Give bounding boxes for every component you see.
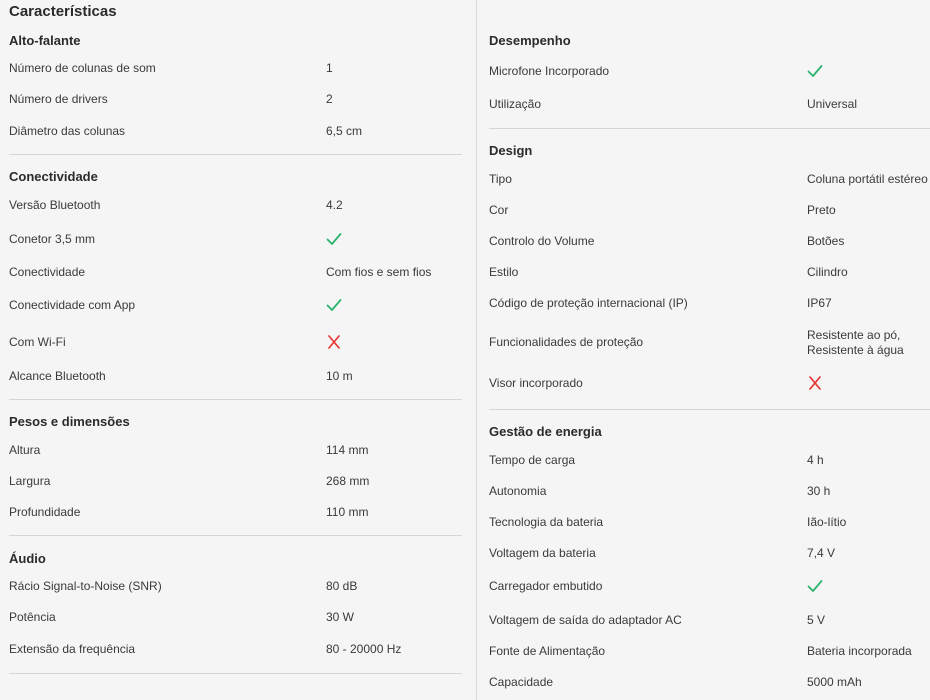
spec-label: Largura <box>9 474 51 488</box>
spec-value: 5 V <box>807 613 826 627</box>
section-title-design: Design <box>489 143 533 158</box>
spec-label: Voltagem da bateria <box>489 546 596 560</box>
spec-value: 7,4 V <box>807 546 836 560</box>
spec-label: Rácio Signal-to-Noise (SNR) <box>9 579 162 593</box>
check-icon <box>326 232 342 250</box>
specs-left-column: Alto-falante Número de colunas de som 1 … <box>0 0 462 700</box>
check-icon <box>807 579 823 597</box>
spec-label: Tempo de carga <box>489 453 576 467</box>
spec-value: 80 - 20000 Hz <box>326 642 402 656</box>
spec-label: Versão Bluetooth <box>9 198 101 212</box>
spec-value: 5000 mAh <box>807 675 862 689</box>
spec-value: 1 <box>326 61 333 75</box>
spec-label: Funcionalidades de proteção <box>489 335 644 349</box>
section-divider <box>489 128 930 129</box>
spec-label: Capacidade <box>489 675 554 689</box>
spec-value-multiline: Resistente ao pó, Resistente à água <box>807 328 904 358</box>
spec-label: Tipo <box>489 172 512 186</box>
spec-value-line: Resistente ao pó, <box>807 328 901 342</box>
spec-value-line: Resistente à água <box>807 343 904 357</box>
section-title-pesos-dimensoes: Pesos e dimensões <box>9 414 130 429</box>
spec-value: 30 W <box>326 610 355 624</box>
spec-label: Visor incorporado <box>489 376 583 390</box>
spec-value: 4 h <box>807 453 824 467</box>
spec-label: Altura <box>9 443 41 457</box>
check-icon <box>326 298 342 316</box>
section-title-gestao-energia: Gestão de energia <box>489 424 602 439</box>
spec-value: 114 mm <box>326 443 369 457</box>
cross-icon <box>807 376 823 394</box>
spec-value: 10 m <box>326 369 353 383</box>
spec-label: Estilo <box>489 265 519 279</box>
spec-label: Conectividade com App <box>9 298 136 312</box>
spec-label: Número de colunas de som <box>9 61 156 75</box>
spec-value: 110 mm <box>326 505 369 519</box>
spec-label: Conetor 3,5 mm <box>9 232 96 246</box>
spec-value: IP67 <box>807 296 832 310</box>
spec-value: Preto <box>807 203 836 217</box>
spec-label: Tecnologia da bateria <box>489 515 604 529</box>
spec-label: Profundidade <box>9 505 81 519</box>
section-title-audio: Áudio <box>9 551 46 566</box>
spec-value: 2 <box>326 92 333 106</box>
spec-label: Microfone Incorporado <box>489 64 610 78</box>
section-divider <box>9 154 462 155</box>
section-divider <box>9 535 462 536</box>
spec-value: 268 mm <box>326 474 370 488</box>
section-title-alto-falante: Alto-falante <box>9 33 81 48</box>
spec-label: Utilização <box>489 97 542 111</box>
spec-value: 6,5 cm <box>326 124 363 138</box>
spec-label: Fonte de Alimentação <box>489 644 606 658</box>
spec-label: Voltagem de saída do adaptador AC <box>489 613 682 627</box>
spec-label: Conectividade <box>9 265 86 279</box>
spec-value: Bateria incorporada <box>807 644 912 658</box>
section-title-conectividade: Conectividade <box>9 169 98 184</box>
section-divider <box>9 399 462 400</box>
spec-value: 30 h <box>807 484 831 498</box>
spec-value: Coluna portátil estéreo <box>807 172 928 186</box>
spec-value: Universal <box>807 97 858 111</box>
spec-label: Controlo do Volume <box>489 234 595 248</box>
section-divider <box>9 673 462 674</box>
section-divider <box>489 409 930 410</box>
spec-label: Alcance Bluetooth <box>9 369 106 383</box>
spec-value: Cilindro <box>807 265 848 279</box>
spec-label: Cor <box>489 203 509 217</box>
spec-label: Diâmetro das colunas <box>9 124 126 138</box>
spec-label: Com Wi-Fi <box>9 335 66 349</box>
spec-value: 4.2 <box>326 198 343 212</box>
spec-label: Autonomia <box>489 484 547 498</box>
spec-value: Botões <box>807 234 845 248</box>
specs-right-column: Desempenho Microfone Incorporado Utiliza… <box>476 0 930 700</box>
spec-label: Potência <box>9 610 56 624</box>
check-icon <box>807 64 823 82</box>
spec-label: Número de drivers <box>9 92 108 106</box>
section-title-desempenho: Desempenho <box>489 33 571 48</box>
spec-value: Ião-lítio <box>807 515 847 529</box>
cross-icon <box>326 335 342 353</box>
spec-label: Código de proteção internacional (IP) <box>489 296 688 310</box>
spec-label: Extensão da frequência <box>9 642 136 656</box>
spec-label: Carregador embutido <box>489 579 603 593</box>
spec-value: Com fios e sem fios <box>326 265 432 279</box>
spec-value: 80 dB <box>326 579 358 593</box>
